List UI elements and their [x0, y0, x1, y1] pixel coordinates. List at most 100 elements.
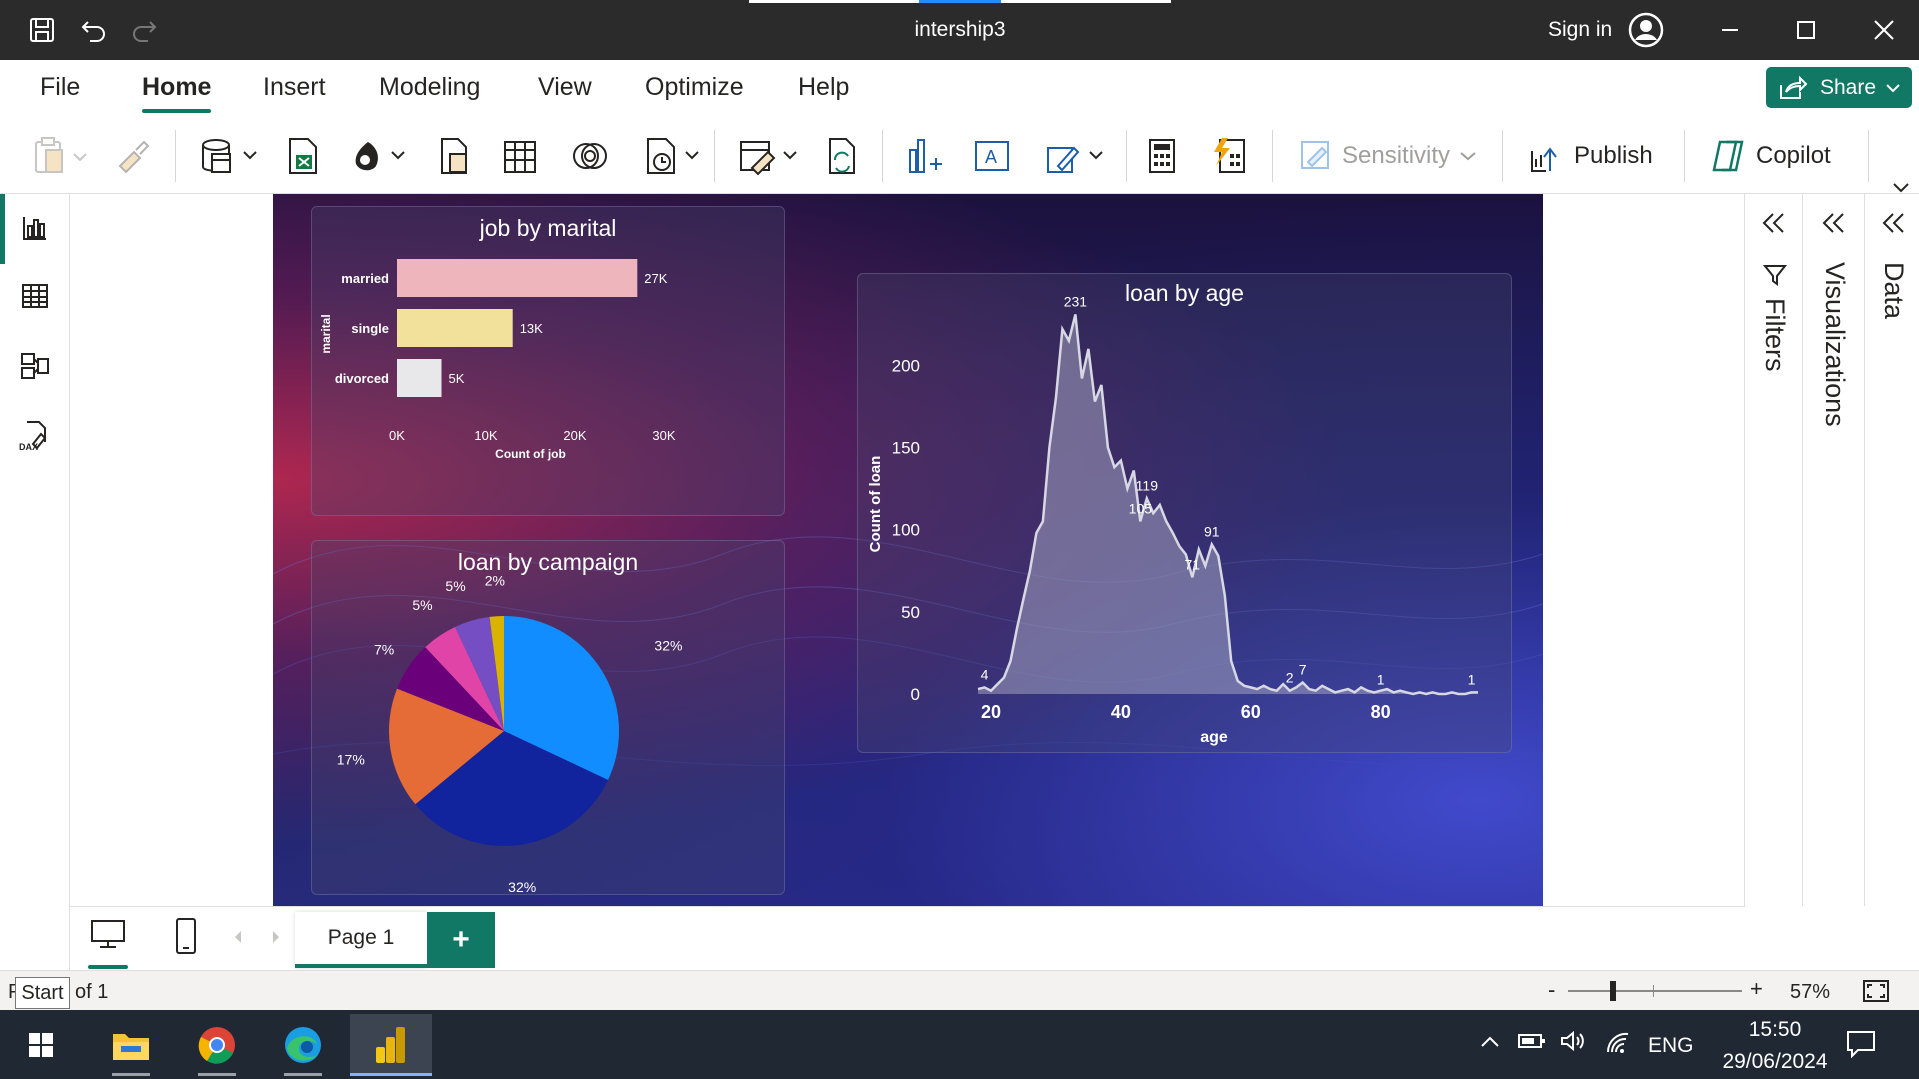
sensitivity-icon [1301, 141, 1329, 169]
tab-help[interactable]: Help [798, 72, 849, 106]
zoom-in-button[interactable]: + [1750, 976, 1763, 1002]
copilot-button[interactable]: Copilot [1710, 134, 1831, 178]
clock-date[interactable]: 29/06/2024 [1705, 1050, 1845, 1074]
x-tick-label: 0K [389, 428, 405, 443]
clock-time[interactable]: 15:50 [1740, 1018, 1810, 1042]
onelake-button[interactable] [350, 134, 410, 178]
sign-in-link[interactable]: Sign in [1548, 18, 1612, 42]
desktop-layout-button[interactable] [88, 919, 128, 969]
power-bi-icon[interactable] [350, 1014, 432, 1076]
table-view-button[interactable] [0, 268, 70, 324]
data-pane[interactable]: Data [1864, 194, 1919, 906]
dax-query-view-button[interactable]: DAX [0, 408, 70, 464]
tab-home[interactable]: Home [142, 72, 212, 113]
dataverse-button[interactable] [436, 134, 472, 178]
text-box-button[interactable]: A [972, 134, 1012, 178]
sensitivity-button[interactable]: Sensitivity [1298, 134, 1476, 178]
wifi-icon[interactable] [1604, 1030, 1632, 1054]
enter-data-button[interactable] [502, 134, 538, 178]
recent-sources-button[interactable] [570, 134, 610, 178]
expand-pane-icon[interactable] [1881, 212, 1907, 234]
filters-pane-label: Filters [1760, 298, 1790, 372]
ribbon: A Sensitivity Publish Copilot [0, 116, 1919, 194]
refresh-schedule-button[interactable] [642, 134, 706, 178]
battery-icon[interactable] [1518, 1032, 1546, 1050]
more-visuals-button[interactable] [1044, 134, 1110, 178]
area-data-label: 1 [1468, 671, 1476, 687]
get-data-button[interactable] [198, 134, 262, 178]
filters-pane[interactable]: Filters [1744, 194, 1802, 906]
prev-page-icon[interactable] [232, 929, 244, 945]
dax-icon: DAX [19, 421, 47, 452]
area-data-label: 119 [1136, 477, 1159, 493]
filter-icon [1763, 265, 1787, 286]
format-painter-button[interactable] [114, 134, 150, 178]
tab-modeling[interactable]: Modeling [379, 72, 480, 106]
share-button[interactable]: Share [1766, 67, 1912, 108]
expand-pane-icon[interactable] [1821, 212, 1847, 234]
minimize-icon[interactable] [1714, 14, 1746, 46]
redo-icon[interactable] [126, 12, 162, 48]
data-label: 27K [644, 271, 667, 286]
fit-to-page-icon[interactable] [1862, 979, 1890, 1003]
tab-optimize[interactable]: Optimize [645, 72, 744, 106]
text-box-icon: A [975, 141, 1009, 171]
loan-by-age-visual[interactable]: loan by age 0 50 100 150 200 20 40 60 80 age Count… [857, 273, 1512, 753]
windows-start-icon[interactable] [0, 1014, 82, 1076]
chevron-down-icon [1460, 152, 1476, 161]
tab-file[interactable]: File [40, 72, 80, 106]
volume-icon[interactable] [1560, 1030, 1588, 1052]
zoom-level[interactable]: 57% [1790, 981, 1830, 1004]
chrome-icon[interactable] [176, 1014, 258, 1076]
pie-data-label: 5% [412, 597, 432, 613]
zoom-out-button[interactable]: - [1548, 977, 1555, 1003]
visualizations-pane[interactable]: Visualizations [1802, 194, 1864, 906]
refresh-button[interactable] [824, 134, 860, 178]
model-view-button[interactable] [0, 338, 70, 394]
report-page: job by marital married 27K single 13K divorc… [273, 194, 1543, 907]
new-measure-button[interactable] [1144, 134, 1180, 178]
expand-pane-icon[interactable] [1761, 212, 1787, 234]
job-by-marital-visual[interactable]: job by marital married 27K single 13K divorc… [311, 206, 785, 516]
x-tick-label: 80 [1371, 702, 1391, 722]
area-data-label: 7 [1299, 661, 1307, 677]
view-switcher-rail: DAX [0, 194, 70, 970]
x-axis-title: age [1200, 729, 1228, 746]
active-layout-indicator [88, 965, 128, 969]
loan-by-campaign-chart: 32% 32% 17% 7% 5% 5% 2% [337, 572, 683, 895]
transform-data-button[interactable] [738, 134, 804, 178]
undo-icon[interactable] [76, 12, 112, 48]
page-tab-page-1[interactable]: Page 1 [295, 912, 427, 968]
ribbon-separator [714, 130, 715, 182]
area-data-label: 71 [1184, 556, 1200, 572]
mobile-layout-button[interactable] [174, 917, 198, 955]
chevron-down-icon [1886, 83, 1900, 92]
report-view-button[interactable] [0, 200, 70, 256]
maximize-icon[interactable] [1790, 14, 1822, 46]
show-hidden-icons-icon[interactable] [1480, 1034, 1500, 1048]
loan-by-campaign-visual[interactable]: loan by campaign 32% 32% 17% 7% 5% 5% 2% [311, 540, 785, 895]
paste-button[interactable] [32, 134, 92, 178]
tab-view[interactable]: View [538, 72, 592, 106]
next-page-icon[interactable] [270, 929, 282, 945]
x-axis-title: Count of job [495, 447, 566, 461]
file-explorer-icon[interactable] [90, 1014, 172, 1076]
close-icon[interactable] [1868, 14, 1900, 46]
user-avatar-icon[interactable] [1628, 12, 1664, 48]
add-page-button[interactable]: + [427, 912, 495, 968]
edge-icon[interactable] [262, 1014, 344, 1076]
new-visual-button[interactable] [904, 134, 944, 178]
copilot-label: Copilot [1756, 142, 1831, 169]
excel-button[interactable] [284, 134, 320, 178]
save-icon[interactable] [24, 12, 60, 48]
notifications-icon[interactable] [1846, 1030, 1876, 1058]
y-tick-label: 50 [901, 603, 920, 622]
y-tick-label: 100 [892, 521, 920, 540]
zoom-slider[interactable] [1568, 981, 1742, 1001]
tab-insert[interactable]: Insert [263, 72, 326, 106]
zoom-slider-thumb[interactable] [1610, 981, 1616, 1001]
quick-measure-button[interactable] [1210, 134, 1250, 178]
language-indicator[interactable]: ENG [1648, 1034, 1694, 1058]
publish-button[interactable]: Publish [1528, 134, 1653, 178]
running-indicator [284, 1073, 322, 1076]
